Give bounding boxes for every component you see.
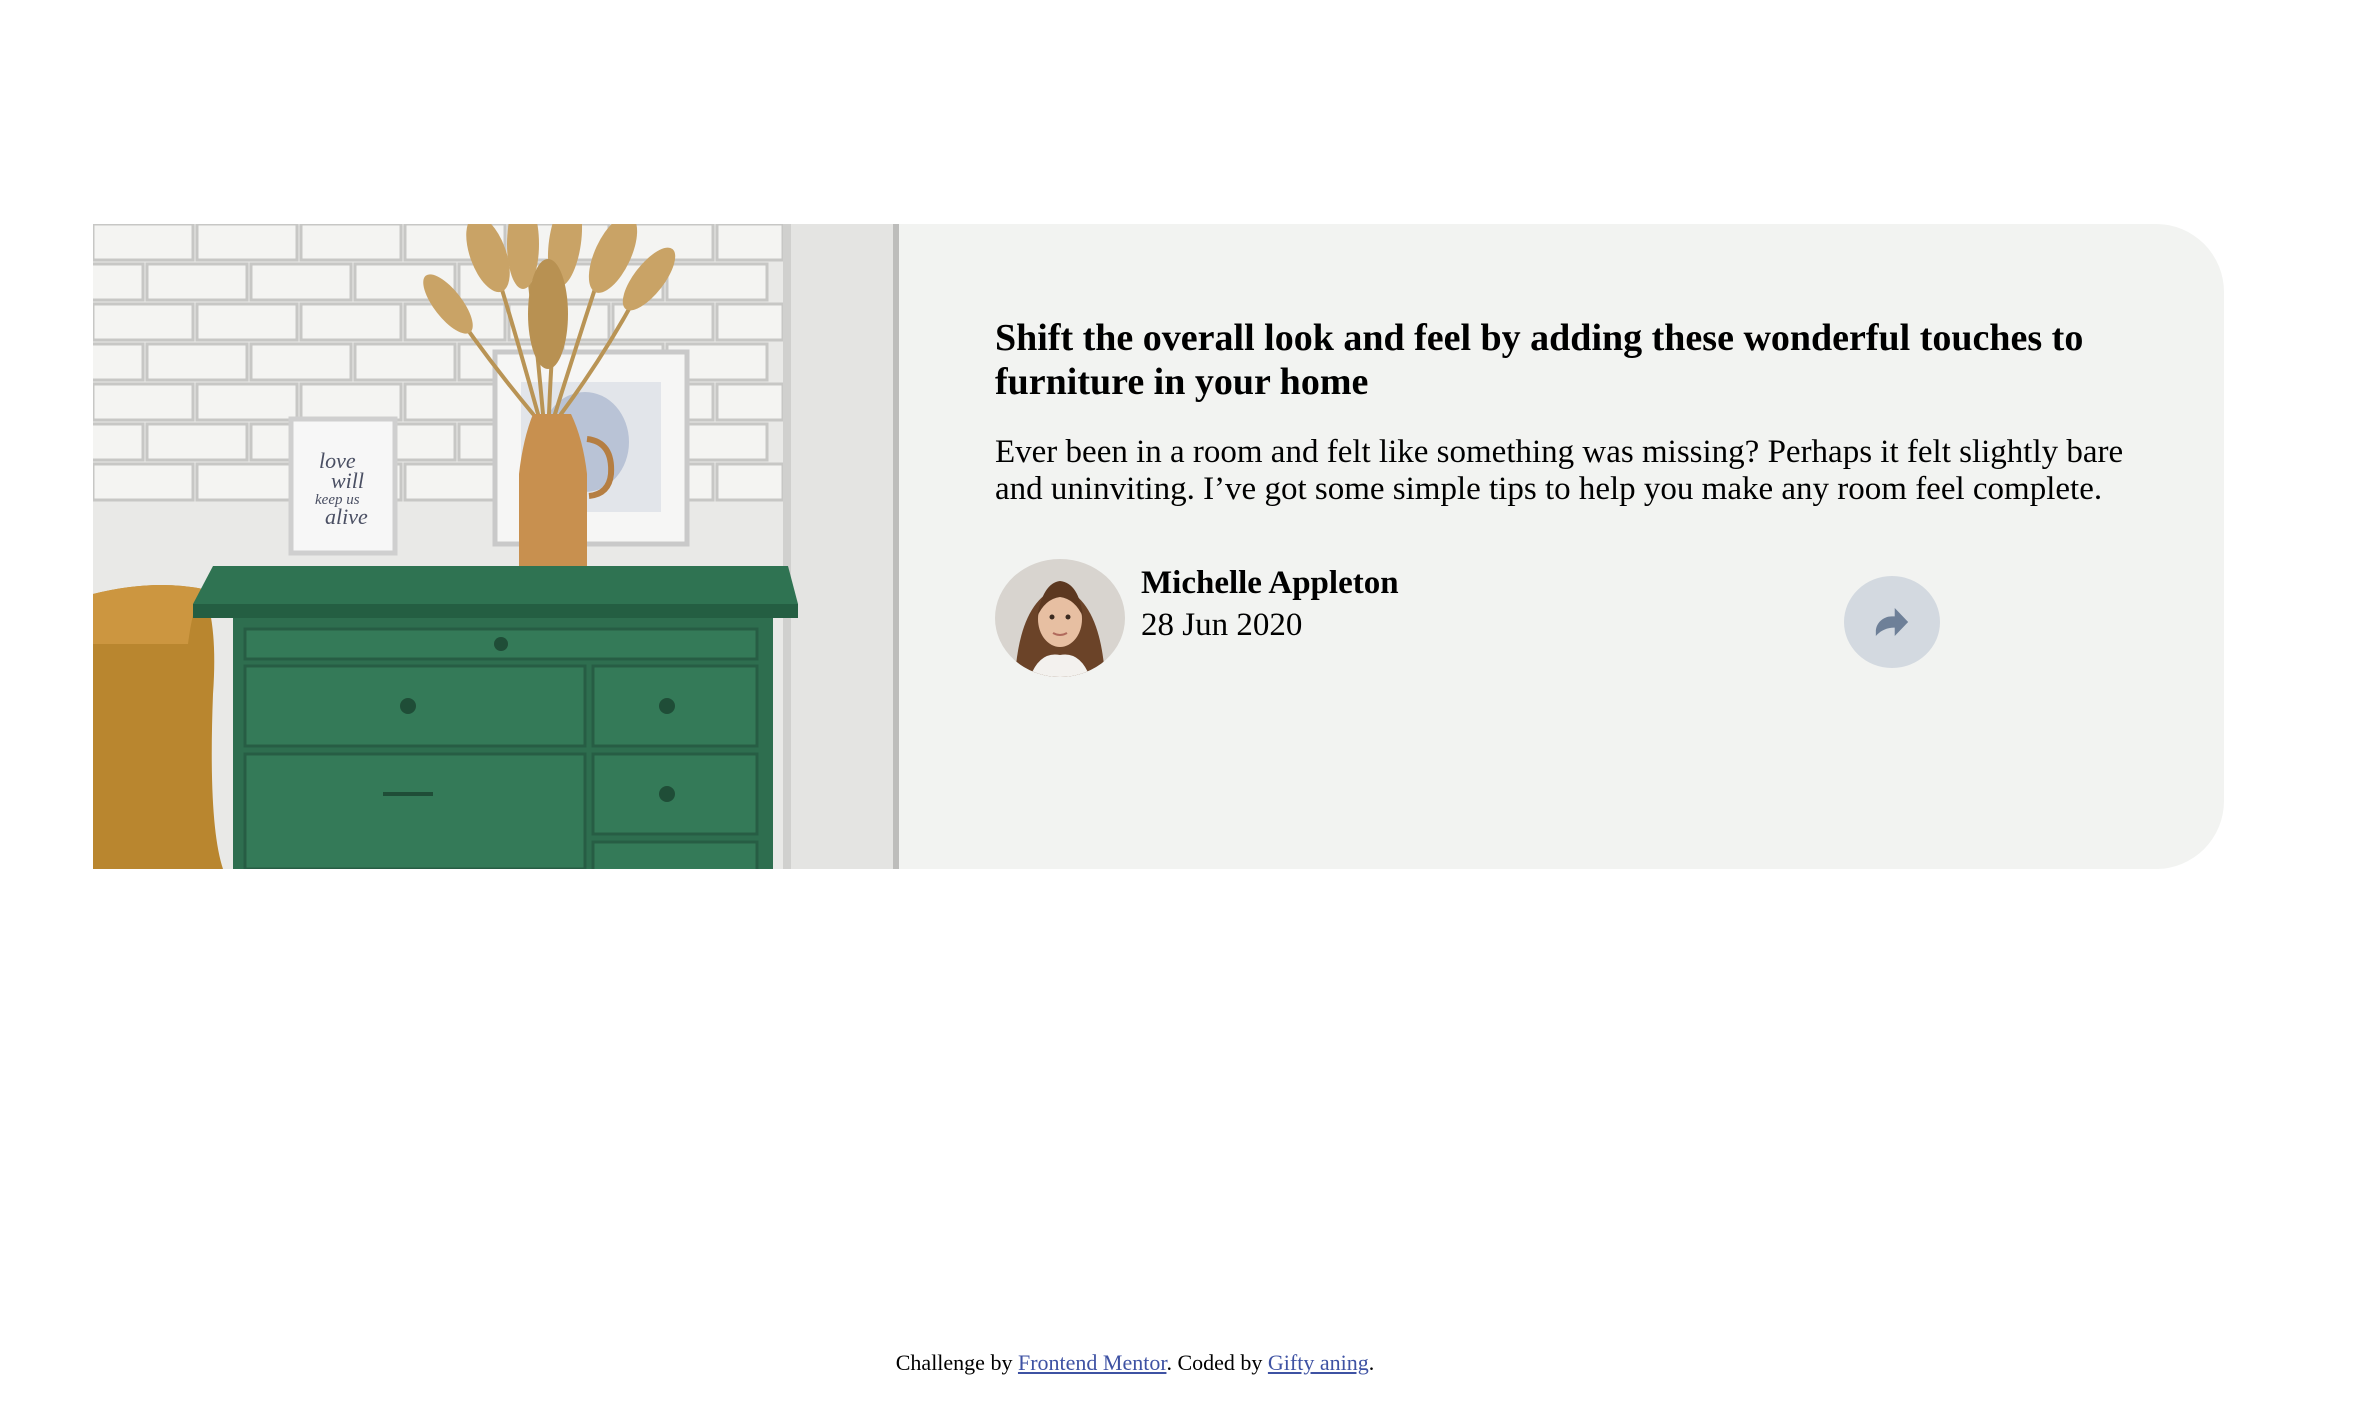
article-image: love will keep us alive bbox=[93, 224, 899, 869]
frontend-mentor-link[interactable]: Frontend Mentor bbox=[1018, 1350, 1167, 1375]
share-icon bbox=[1875, 608, 1909, 636]
svg-text:alive: alive bbox=[325, 504, 368, 529]
author-link[interactable]: Gifty aning bbox=[1268, 1350, 1369, 1375]
author-name: Michelle Appleton bbox=[1141, 565, 1399, 601]
share-button[interactable] bbox=[1844, 576, 1940, 668]
article-content: Shift the overall look and feel by addin… bbox=[995, 316, 2125, 508]
author-block: Michelle Appleton 28 Jun 2020 bbox=[995, 559, 1399, 677]
article-preview-card: love will keep us alive Shift the overal… bbox=[93, 224, 2224, 869]
avatar-image bbox=[995, 559, 1125, 677]
svg-text:will: will bbox=[331, 468, 364, 493]
attribution-prefix: Challenge by bbox=[895, 1350, 1018, 1375]
author-info: Michelle Appleton 28 Jun 2020 bbox=[1141, 559, 1399, 647]
article-title: Shift the overall look and feel by addin… bbox=[995, 317, 2084, 403]
drawers-illustration: love will keep us alive bbox=[93, 224, 899, 869]
article-description: Ever been in a room and felt like someth… bbox=[995, 434, 2124, 507]
attribution-suffix: . bbox=[1368, 1350, 1375, 1375]
author-avatar bbox=[995, 559, 1125, 677]
attribution: Challenge by Frontend Mentor. Coded by G… bbox=[0, 1350, 2270, 1376]
post-date: 28 Jun 2020 bbox=[1141, 607, 1303, 643]
attribution-middle: . Coded by bbox=[1166, 1350, 1268, 1375]
